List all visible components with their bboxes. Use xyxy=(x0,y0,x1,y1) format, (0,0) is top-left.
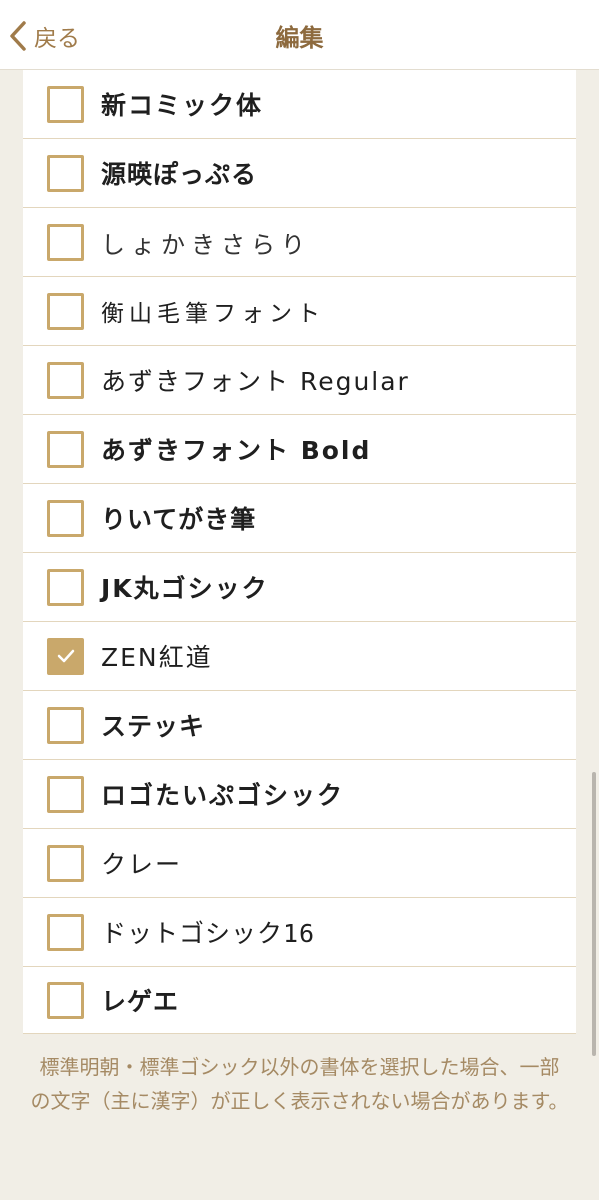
checkbox[interactable] xyxy=(47,154,84,192)
font-option-row[interactable]: 源暎ぽっぷる xyxy=(23,139,576,208)
checkbox[interactable] xyxy=(47,85,84,123)
font-option-label: 源暎ぽっぷる xyxy=(101,160,258,189)
font-option-row[interactable]: 衡山毛筆フォント xyxy=(23,277,576,346)
checkbox[interactable] xyxy=(47,775,84,813)
footnote-text: 標準明朝・標準ゴシック以外の書体を選択した場合、一部の文字（主に漢字）が正しく表… xyxy=(30,1055,569,1113)
checkbox-checked[interactable] xyxy=(47,637,84,675)
checkbox[interactable] xyxy=(47,499,84,537)
font-option-label: ZEN紅道 xyxy=(101,643,213,672)
font-option-row[interactable]: レゲエ xyxy=(23,967,576,1034)
checkbox[interactable] xyxy=(47,844,84,882)
font-option-row[interactable]: ロゴたいぷゴシック xyxy=(23,760,576,829)
font-option-label: レゲエ xyxy=(101,987,180,1016)
font-option-row[interactable]: ドットゴシック16 xyxy=(23,898,576,967)
checkbox[interactable] xyxy=(47,913,84,951)
checkbox[interactable] xyxy=(47,292,84,330)
font-option-row[interactable]: クレー xyxy=(23,829,576,898)
checkbox[interactable] xyxy=(47,223,84,261)
font-option-label: ロゴたいぷゴシック xyxy=(101,781,345,810)
checkbox[interactable] xyxy=(47,568,84,606)
font-option-label: JK丸ゴシック xyxy=(101,574,269,603)
scrollbar[interactable] xyxy=(592,772,596,1056)
font-option-row[interactable]: ZEN紅道 xyxy=(23,622,576,691)
navigation-bar: 戻る 編集 xyxy=(0,0,599,70)
font-option-label: ステッキ xyxy=(101,712,206,741)
checkbox[interactable] xyxy=(47,706,84,744)
font-option-label: 衡山毛筆フォント xyxy=(101,301,325,327)
checkbox[interactable] xyxy=(47,430,84,468)
font-option-label: しょかきさらり xyxy=(101,230,311,259)
font-option-label: あずきフォント Regular xyxy=(101,367,410,396)
font-option-label: ドットゴシック16 xyxy=(101,919,316,948)
font-option-row[interactable]: 新コミック体 xyxy=(23,70,576,139)
font-option-label: 新コミック体 xyxy=(101,91,264,120)
font-option-label: りいてがき筆 xyxy=(101,505,257,534)
font-option-row[interactable]: あずきフォント Bold xyxy=(23,415,576,484)
font-option-row[interactable]: しょかきさらり xyxy=(23,208,576,277)
font-option-label: クレー xyxy=(101,850,183,879)
checkbox[interactable] xyxy=(47,981,84,1019)
font-option-row[interactable]: りいてがき筆 xyxy=(23,484,576,553)
font-option-row[interactable]: ステッキ xyxy=(23,691,576,760)
checkmark-icon xyxy=(57,649,74,663)
font-list: 新コミック体 源暎ぽっぷるしょかきさらり 衡山毛筆フォントあずきフォント Regul… xyxy=(23,70,576,1034)
font-option-row[interactable]: あずきフォント Regular xyxy=(23,346,576,415)
font-option-label: あずきフォント Bold xyxy=(101,436,372,465)
checkbox[interactable] xyxy=(47,361,84,399)
font-option-row[interactable]: JK丸ゴシック xyxy=(23,553,576,622)
page-title: 編集 xyxy=(275,24,324,52)
